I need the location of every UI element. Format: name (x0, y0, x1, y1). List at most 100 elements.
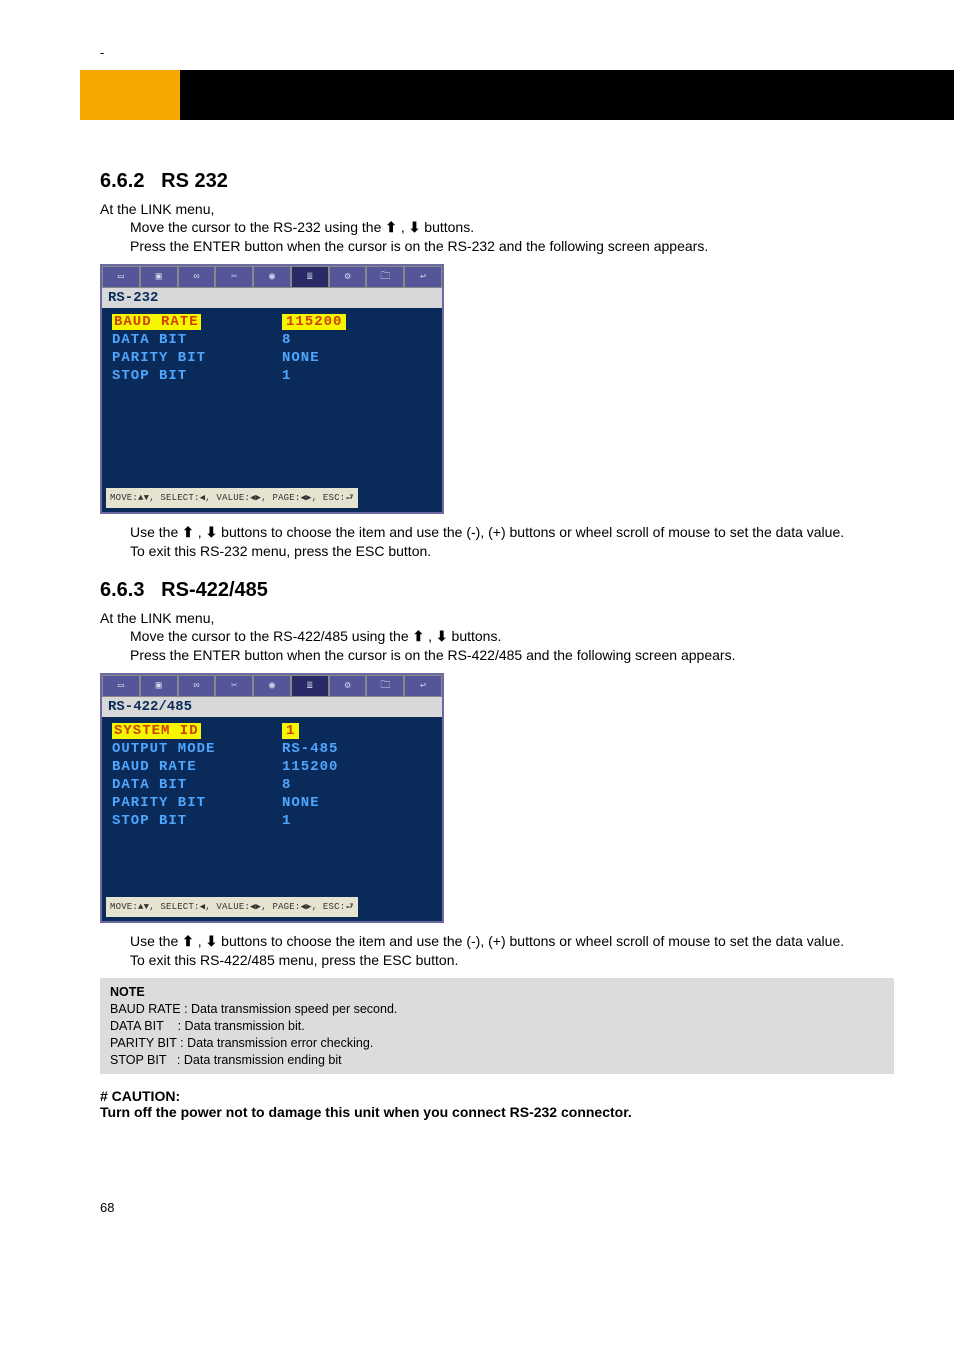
osd-label: STOP BIT (112, 813, 282, 829)
page-content: 6.6.2 RS 232 At the LINK menu, Move the … (0, 120, 954, 1245)
osd-tab[interactable]: ⚙ (329, 266, 367, 288)
caution-text: Turn off the power not to damage this un… (100, 1104, 894, 1120)
osd-row[interactable]: STOP BIT 1 (112, 813, 432, 829)
osd-value: NONE (282, 795, 320, 811)
osd-row[interactable]: BAUD RATE 115200 (112, 314, 432, 330)
osd-tab[interactable]: ▭ (102, 266, 140, 288)
section-title: RS 232 (161, 170, 228, 192)
text: buttons. (448, 628, 502, 644)
osd-label: STOP BIT (112, 368, 282, 384)
osd-value: RS-485 (282, 741, 338, 757)
osd-row[interactable]: PARITY BIT NONE (112, 350, 432, 366)
osd-row[interactable]: STOP BIT 1 (112, 368, 432, 384)
osd-tab-row: ▭ ▣ ∞ ✂ ◉ ≣ ⚙ 🗀 ↩ (102, 266, 442, 288)
osd-label: PARITY BIT (112, 350, 282, 366)
rs422-step2: Press the ENTER button when the cursor i… (130, 647, 894, 663)
osd-tab-row: ▭ ▣ ∞ ✂ ◉ ≣ ⚙ 🗀 ↩ (102, 675, 442, 697)
section-number: 6.6.3 (100, 579, 144, 601)
osd-value: 115200 (282, 759, 338, 775)
osd-tab[interactable]: ◉ (253, 266, 291, 288)
text: , (194, 524, 206, 540)
osd-label-selected: BAUD RATE (112, 314, 201, 330)
section-heading-rs422: 6.6.3 RS-422/485 (100, 579, 894, 602)
osd-row[interactable]: BAUD RATE 115200 (112, 759, 432, 775)
section-title: RS-422/485 (161, 579, 268, 601)
osd-rs232-panel: ▭ ▣ ∞ ✂ ◉ ≣ ⚙ 🗀 ↩ RS-232 BAUD RATE 11520… (100, 264, 444, 514)
osd-value: 1 (282, 368, 291, 384)
osd-tab[interactable]: ✂ (215, 266, 253, 288)
rs232-step2: Press the ENTER button when the cursor i… (130, 238, 894, 254)
up-arrow-icon: ⬆ (182, 933, 194, 949)
osd-tab-selected[interactable]: ≣ (291, 675, 329, 697)
osd-value-selected: 115200 (282, 314, 346, 330)
text: Move the cursor to the RS-232 using the (130, 219, 385, 235)
text: buttons to choose the item and use the (… (217, 524, 844, 540)
osd-body: SYSTEM ID 1 OUTPUT MODE RS-485 BAUD RATE… (102, 717, 442, 921)
rs232-step1: Move the cursor to the RS-232 using the … (130, 219, 894, 236)
osd-label-selected: SYSTEM ID (112, 723, 201, 739)
osd-tab[interactable]: ↩ (404, 675, 442, 697)
osd-label: OUTPUT MODE (112, 741, 282, 757)
osd-value: NONE (282, 350, 320, 366)
osd-row[interactable]: OUTPUT MODE RS-485 (112, 741, 432, 757)
osd-status-bar: MOVE:▲▼, SELECT:◀, VALUE:◀▶, PAGE:◀▶, ES… (106, 488, 358, 508)
osd-tab-selected[interactable]: ≣ (291, 266, 329, 288)
osd-tab[interactable]: ✂ (215, 675, 253, 697)
caution-block: # CAUTION: Turn off the power not to dam… (100, 1088, 894, 1120)
rs232-after1: Use the ⬆ , ⬇ buttons to choose the item… (130, 524, 894, 541)
section-number: 6.6.2 (100, 170, 144, 192)
rs422-lead: At the LINK menu, (100, 610, 894, 626)
rs422-after2: To exit this RS-422/485 menu, press the … (130, 952, 894, 968)
up-arrow-icon: ⬆ (385, 219, 397, 235)
osd-tab[interactable]: ▣ (140, 266, 178, 288)
note-line: BAUD RATE : Data transmission speed per … (110, 1001, 884, 1018)
osd-status-bar: MOVE:▲▼, SELECT:◀, VALUE:◀▶, PAGE:◀▶, ES… (106, 897, 358, 917)
osd-tab[interactable]: ▣ (140, 675, 178, 697)
osd-tab[interactable]: ∞ (178, 675, 216, 697)
page-header: - (0, 50, 954, 120)
osd-label: PARITY BIT (112, 795, 282, 811)
down-arrow-icon: ⬇ (409, 219, 421, 235)
osd-tab[interactable]: 🗀 (366, 266, 404, 288)
osd-tab[interactable]: 🗀 (366, 675, 404, 697)
header-dash: - (100, 45, 104, 60)
note-line: STOP BIT : Data transmission ending bit (110, 1052, 884, 1069)
osd-row[interactable]: DATA BIT 8 (112, 777, 432, 793)
osd-label: DATA BIT (112, 332, 282, 348)
osd-tab[interactable]: ∞ (178, 266, 216, 288)
note-line: PARITY BIT : Data transmission error che… (110, 1035, 884, 1052)
osd-value: 8 (282, 777, 291, 793)
down-arrow-icon: ⬇ (436, 628, 448, 644)
osd-tab[interactable]: ↩ (404, 266, 442, 288)
osd-row[interactable]: DATA BIT 8 (112, 332, 432, 348)
note-box: NOTE BAUD RATE : Data transmission speed… (100, 978, 894, 1074)
caution-title: # CAUTION: (100, 1088, 894, 1104)
section-heading-rs232: 6.6.2 RS 232 (100, 170, 894, 193)
rs422-after1: Use the ⬆ , ⬇ buttons to choose the item… (130, 933, 894, 950)
note-line: DATA BIT : Data transmission bit. (110, 1018, 884, 1035)
text: buttons to choose the item and use the (… (217, 933, 844, 949)
osd-label: BAUD RATE (112, 759, 282, 775)
osd-row[interactable]: PARITY BIT NONE (112, 795, 432, 811)
text: Use the (130, 524, 182, 540)
osd-row[interactable]: SYSTEM ID 1 (112, 723, 432, 739)
page-number: 68 (100, 1200, 894, 1215)
osd-tab[interactable]: ◉ (253, 675, 291, 697)
text: , (397, 219, 409, 235)
text: , (194, 933, 206, 949)
note-title: NOTE (110, 984, 884, 1001)
osd-value: 1 (282, 813, 291, 829)
text: buttons. (420, 219, 474, 235)
down-arrow-icon: ⬇ (206, 933, 218, 949)
down-arrow-icon: ⬇ (206, 524, 218, 540)
osd-body: BAUD RATE 115200 DATA BIT 8 PARITY BIT N… (102, 308, 442, 512)
osd-title: RS-422/485 (102, 697, 442, 717)
osd-tab[interactable]: ⚙ (329, 675, 367, 697)
rs232-lead: At the LINK menu, (100, 201, 894, 217)
osd-value-selected: 1 (282, 723, 299, 739)
header-black-block (180, 70, 954, 120)
osd-title: RS-232 (102, 288, 442, 308)
text: Use the (130, 933, 182, 949)
osd-tab[interactable]: ▭ (102, 675, 140, 697)
osd-rs422-panel: ▭ ▣ ∞ ✂ ◉ ≣ ⚙ 🗀 ↩ RS-422/485 SYSTEM ID 1… (100, 673, 444, 923)
